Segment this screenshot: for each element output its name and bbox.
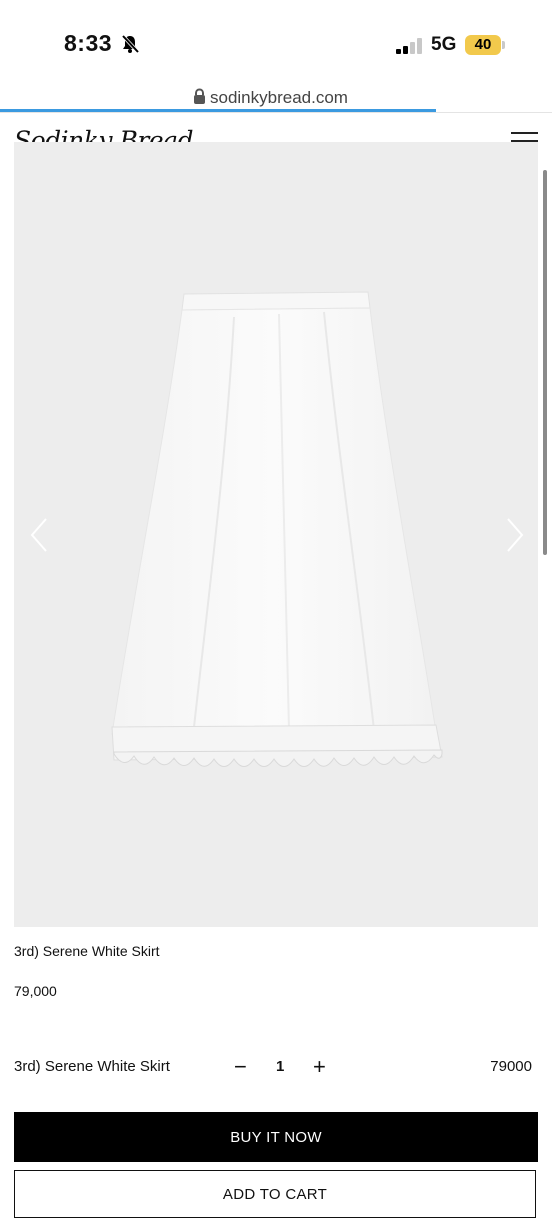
status-time: 8:33 — [64, 30, 113, 56]
bell-slash-icon — [121, 34, 140, 54]
battery-tip — [502, 41, 505, 49]
network-type: 5G — [431, 34, 457, 55]
lock-icon — [194, 88, 205, 104]
chevron-right-icon[interactable] — [504, 515, 526, 555]
buy-now-button[interactable]: BUY IT NOW — [14, 1112, 538, 1162]
product-price: 79,000 — [14, 983, 57, 999]
product-image[interactable] — [14, 142, 538, 927]
selected-option-name: 3rd) Serene White Skirt — [14, 1058, 170, 1075]
skirt-photo — [111, 291, 443, 767]
signal-icon — [396, 38, 422, 54]
chevron-left-icon[interactable] — [28, 515, 50, 555]
url-text[interactable]: sodinkybread.com — [210, 88, 348, 108]
status-bar: 8:33 5G 40 — [0, 0, 552, 84]
scrollbar[interactable] — [543, 170, 547, 555]
quantity-decrease-button[interactable]: − — [234, 1056, 247, 1078]
product-title: 3rd) Serene White Skirt — [14, 943, 160, 959]
quantity-value[interactable]: 1 — [276, 1058, 284, 1075]
battery-indicator: 40 — [465, 35, 501, 55]
add-to-cart-button[interactable]: ADD TO CART — [14, 1170, 536, 1218]
divider — [0, 112, 552, 113]
selected-option-price: 79000 — [490, 1058, 532, 1075]
quantity-increase-button[interactable]: + — [313, 1056, 326, 1078]
